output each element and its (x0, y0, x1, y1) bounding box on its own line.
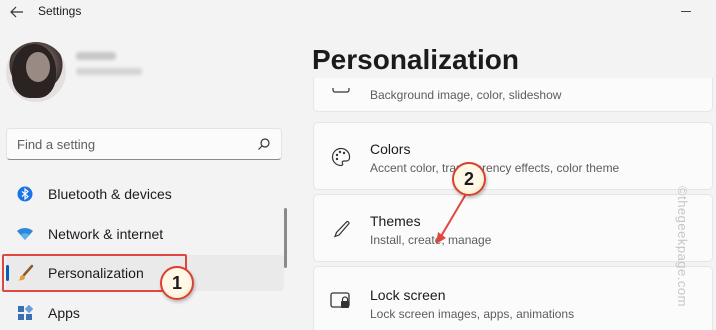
step-1-badge: 1 (160, 266, 194, 300)
watermark: ©thegeekpage.com (675, 186, 690, 307)
step-2-badge: 2 (452, 162, 486, 196)
annotation-arrow (436, 193, 467, 244)
